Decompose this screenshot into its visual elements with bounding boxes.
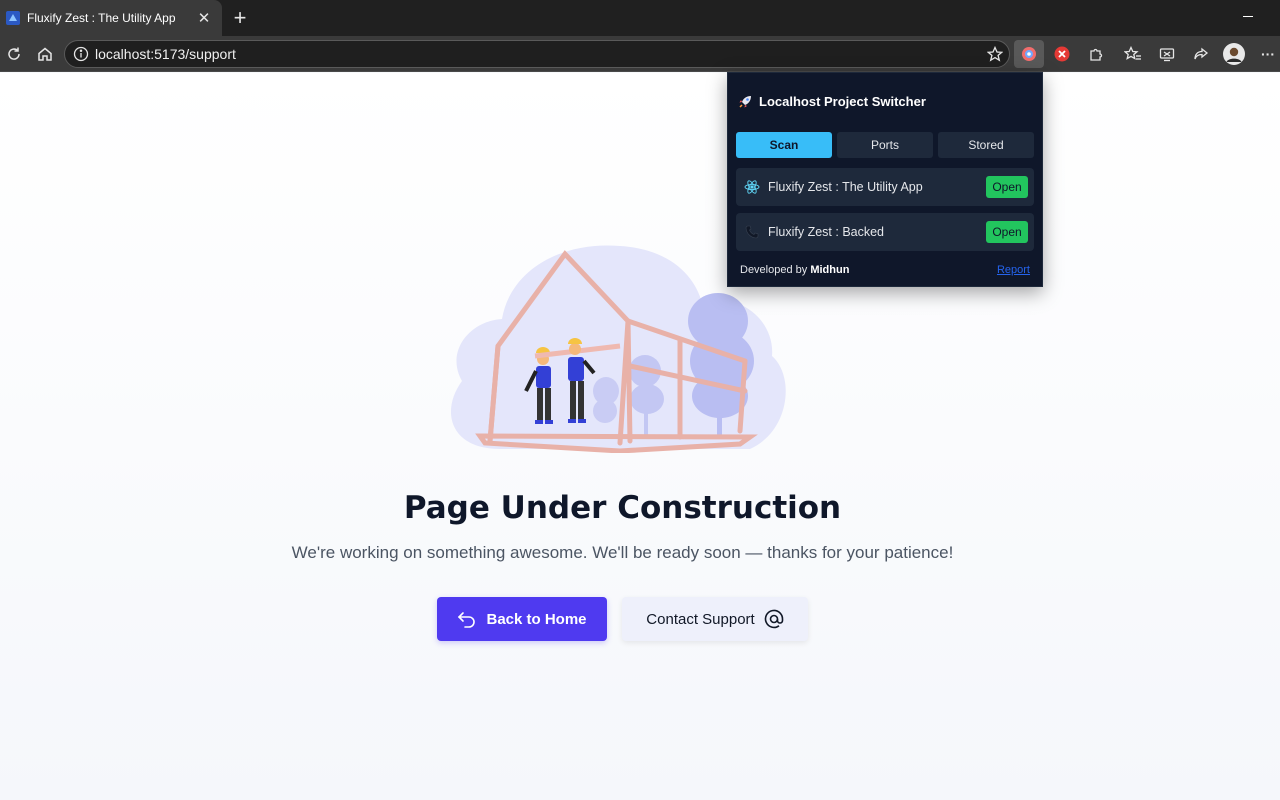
puzzle-icon	[1090, 48, 1103, 61]
minimize-icon	[1243, 15, 1253, 17]
project-item[interactable]: Fluxify Zest : The Utility App Open	[736, 168, 1034, 206]
undo-arrow-icon	[458, 612, 476, 628]
footer-prefix: Developed by	[740, 264, 811, 276]
project-item[interactable]: Fluxify Zest : Backed Open	[736, 213, 1034, 251]
reload-button[interactable]	[0, 40, 28, 68]
react-icon	[744, 179, 760, 195]
project-switcher-icon	[1022, 47, 1036, 61]
page-content: Page Under Construction We're working on…	[0, 73, 1280, 800]
favorites-icon	[1124, 46, 1141, 60]
browser-tab-strip: Fluxify Zest : The Utility App ✕ +	[0, 0, 1280, 36]
site-info-icon[interactable]	[73, 46, 89, 62]
contact-support-button[interactable]: Contact Support	[622, 597, 808, 641]
url-text[interactable]: localhost:5173/support	[95, 46, 981, 62]
rocket-icon	[739, 95, 751, 108]
browser-toolbar: localhost:5173/support ···	[0, 36, 1280, 72]
browser-tab-active[interactable]: Fluxify Zest : The Utility App ✕	[0, 0, 222, 36]
tab-stored[interactable]: Stored	[938, 132, 1034, 158]
extension-x-button[interactable]	[1048, 40, 1076, 68]
reload-icon	[8, 47, 20, 60]
new-tab-button[interactable]: +	[226, 4, 254, 32]
popup-title: Localhost Project Switcher	[759, 94, 926, 109]
open-project-button[interactable]: Open	[986, 221, 1028, 243]
contact-support-label: Contact Support	[646, 610, 755, 628]
address-bar[interactable]: localhost:5173/support	[64, 40, 1010, 68]
project-name: Fluxify Zest : The Utility App	[768, 180, 923, 194]
popup-footer: Developed by Midhun	[740, 264, 849, 276]
profile-button[interactable]	[1220, 40, 1248, 68]
project-name: Fluxify Zest : Backed	[768, 225, 885, 239]
page-title: Page Under Construction	[403, 490, 842, 526]
back-to-home-button[interactable]: Back to Home	[437, 597, 607, 641]
screen-capture-icon	[1159, 48, 1175, 62]
tab-scan[interactable]: Scan	[736, 132, 832, 158]
project-switcher-popup: Localhost Project Switcher Scan Ports St…	[727, 72, 1043, 287]
popup-header: Localhost Project Switcher	[738, 94, 926, 109]
window-minimize-button[interactable]	[1236, 6, 1260, 26]
page-subtitle: We're working on something awesome. We'l…	[291, 543, 954, 562]
footer-author: Midhun	[810, 264, 850, 276]
phone-icon	[744, 224, 760, 240]
app-favicon-icon	[6, 11, 20, 25]
home-button[interactable]	[31, 40, 59, 68]
tab-title: Fluxify Zest : The Utility App	[27, 11, 176, 25]
favorites-button[interactable]	[1119, 40, 1147, 68]
tab-ports[interactable]: Ports	[837, 132, 933, 158]
report-link[interactable]: Report	[997, 264, 1030, 276]
project-switcher-extension-button[interactable]	[1014, 40, 1044, 68]
open-project-button[interactable]: Open	[986, 176, 1028, 198]
at-sign-icon	[764, 609, 784, 629]
settings-menu-button[interactable]: ···	[1254, 40, 1280, 68]
share-button[interactable]	[1187, 40, 1215, 68]
favorite-star-button[interactable]	[981, 41, 1009, 67]
avatar	[1223, 43, 1245, 65]
tab-close-icon[interactable]: ✕	[190, 4, 218, 32]
home-icon	[38, 47, 52, 61]
share-icon	[1194, 47, 1209, 60]
back-to-home-label: Back to Home	[486, 610, 587, 628]
browser-essentials-button[interactable]	[1153, 40, 1181, 68]
star-icon	[987, 46, 1003, 62]
x-extension-icon	[1054, 46, 1070, 62]
extensions-button[interactable]	[1082, 40, 1110, 68]
